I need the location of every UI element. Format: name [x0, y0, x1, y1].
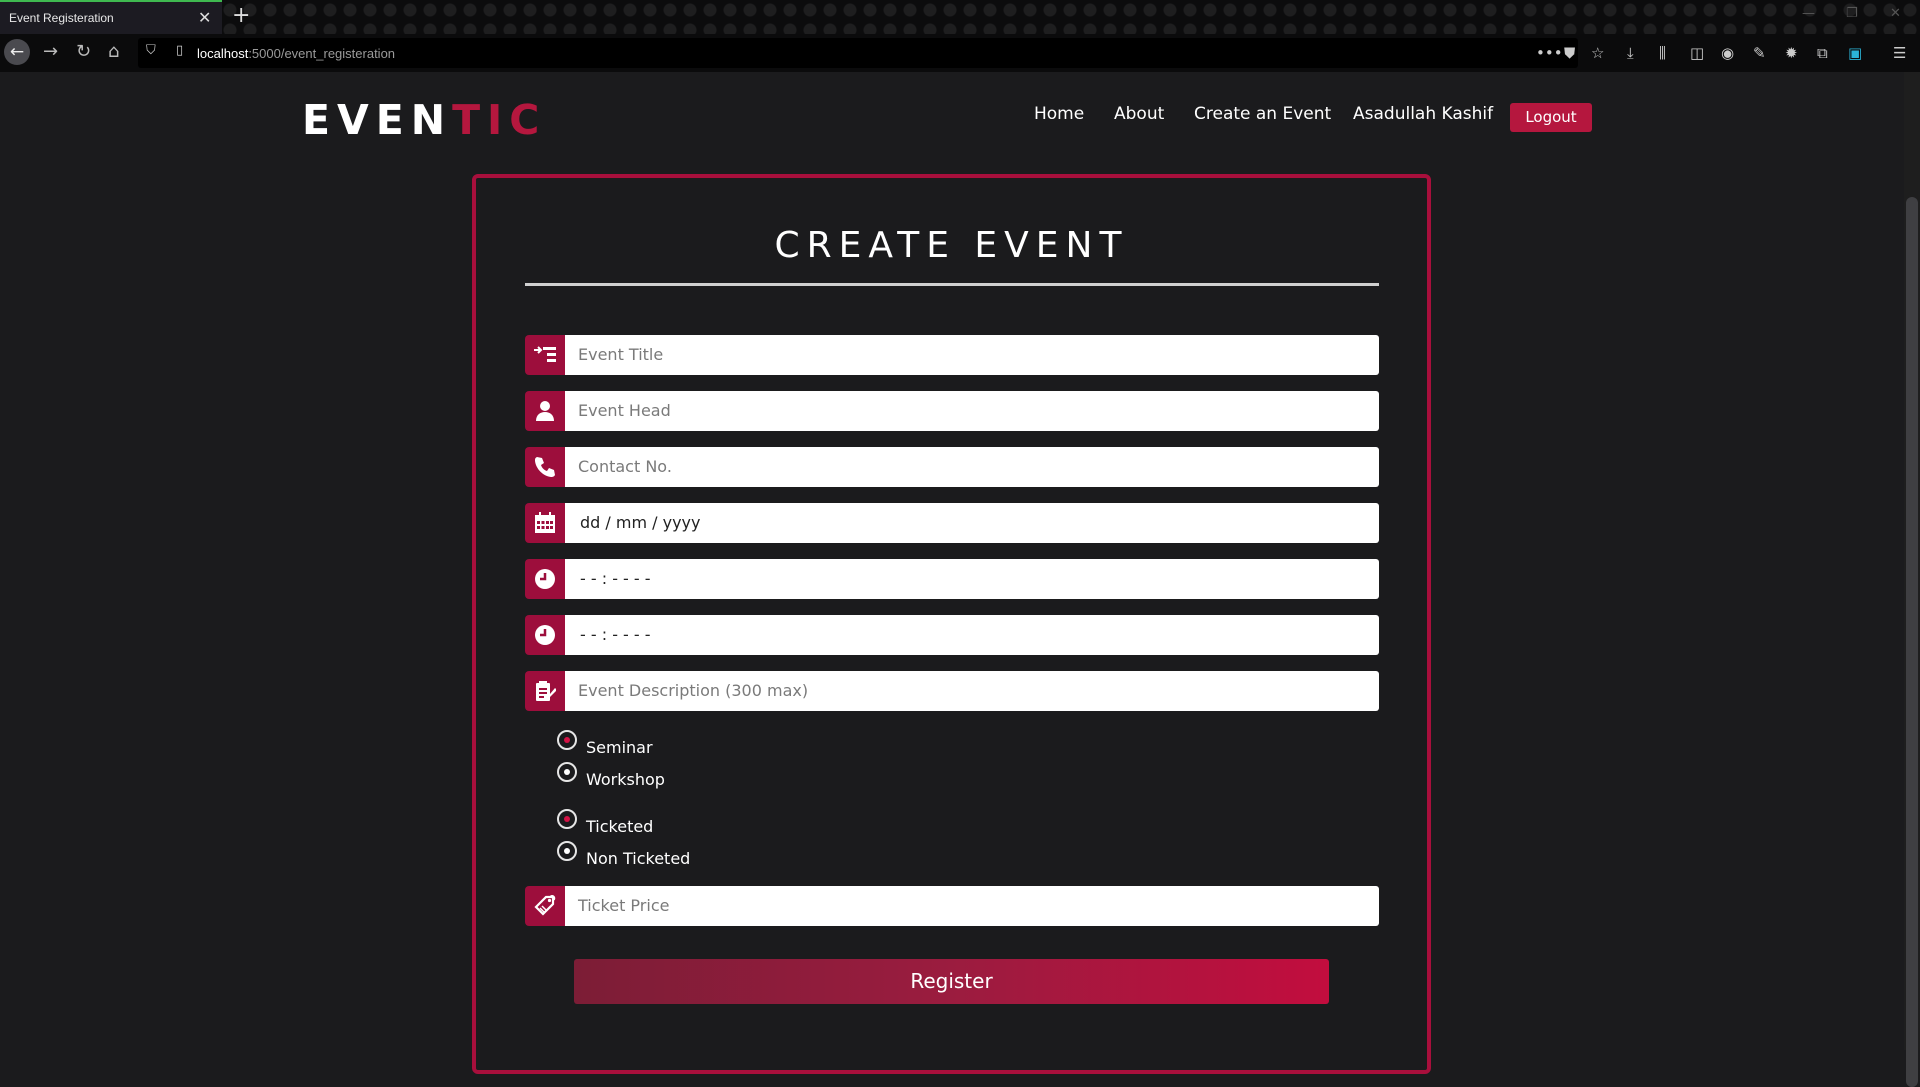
ticket-price-input[interactable]: Ticket Price: [565, 886, 1379, 926]
pocket-icon[interactable]: ⛊: [1564, 44, 1575, 62]
radio-seminar[interactable]: Seminar: [557, 730, 757, 758]
contact-placeholder: Contact No.: [578, 457, 672, 476]
home-icon[interactable]: ⌂: [108, 41, 119, 62]
browser-tab[interactable]: Event Registeration ✕: [0, 0, 222, 34]
nav-create-event-link[interactable]: Create an Event: [1194, 104, 1331, 124]
end-time-field: - - : - - - -: [525, 615, 1379, 655]
nav-home-link[interactable]: Home: [1034, 104, 1084, 124]
description-placeholder: Event Description (300 max): [578, 681, 809, 700]
radio-non-ticketed[interactable]: Non Ticketed: [557, 841, 757, 869]
radio-circle[interactable]: [557, 730, 577, 750]
clipboard-edit-icon: [525, 671, 565, 711]
reload-icon[interactable]: ↻: [76, 41, 91, 62]
title-divider: [525, 283, 1379, 286]
screenshot-icon[interactable]: ⧉: [1817, 44, 1828, 62]
event-head-field: Event Head: [525, 391, 1379, 431]
event-title-input[interactable]: Event Title: [565, 335, 1379, 375]
radio-dot: [564, 848, 570, 854]
start-time-value: - - : - - - -: [580, 569, 651, 588]
settings-gear-icon[interactable]: ✹: [1785, 44, 1798, 62]
event-title-placeholder: Event Title: [578, 345, 664, 364]
event-title-field: Event Title: [525, 335, 1379, 375]
radio-label: Workshop: [586, 770, 665, 789]
menu-icon[interactable]: ☰: [1893, 44, 1906, 62]
scrollbar-thumb[interactable]: [1906, 197, 1918, 1087]
sidebar-icon[interactable]: ◫: [1690, 44, 1704, 62]
radio-dot: [564, 737, 570, 743]
event-head-input[interactable]: Event Head: [565, 391, 1379, 431]
nav-user-link[interactable]: Asadullah Kashif: [1353, 104, 1493, 124]
wrench-icon[interactable]: ✎: [1753, 44, 1766, 62]
logout-button[interactable]: Logout: [1510, 103, 1592, 132]
end-time-input[interactable]: - - : - - - -: [565, 615, 1379, 655]
minimize-icon[interactable]: —: [1802, 6, 1815, 21]
url-text[interactable]: localhost:5000/event_registeration: [197, 46, 395, 61]
page-info-icon[interactable]: ▯: [176, 43, 183, 58]
radio-dot: [564, 816, 570, 822]
library-icon[interactable]: ⫼: [1659, 44, 1666, 62]
close-tab-icon[interactable]: ✕: [198, 8, 211, 27]
radio-label: Non Ticketed: [586, 849, 691, 868]
back-icon[interactable]: ←: [4, 39, 30, 65]
radio-circle[interactable]: [557, 762, 577, 782]
register-button[interactable]: Register: [574, 959, 1329, 1004]
form-title: CREATE EVENT: [774, 225, 1129, 266]
tab-title: Event Registeration: [9, 11, 114, 25]
logo-part-white: EVEN: [302, 96, 453, 144]
more-actions-icon[interactable]: •••: [1536, 44, 1563, 62]
radio-ticketed[interactable]: Ticketed: [557, 809, 757, 837]
radio-label: Ticketed: [586, 817, 654, 836]
site-logo[interactable]: EVENTIC: [302, 96, 546, 144]
end-time-value: - - : - - - -: [580, 625, 651, 644]
description-input[interactable]: Event Description (300 max): [565, 671, 1379, 711]
radio-dot: [564, 769, 570, 775]
bookmark-star-icon[interactable]: ☆: [1591, 44, 1604, 62]
event-head-placeholder: Event Head: [578, 401, 671, 420]
shield-icon[interactable]: ⛉: [146, 43, 156, 58]
contact-field: Contact No.: [525, 447, 1379, 487]
radio-circle[interactable]: [557, 809, 577, 829]
phone-icon: [525, 447, 565, 487]
nav-about-link[interactable]: About: [1114, 104, 1164, 124]
url-host: localhost: [197, 46, 249, 61]
clock-icon: [525, 615, 565, 655]
close-window-icon[interactable]: ✕: [1890, 6, 1901, 21]
forward-icon[interactable]: →: [43, 41, 58, 62]
radio-circle[interactable]: [557, 841, 577, 861]
download-icon[interactable]: ⤓: [1627, 44, 1634, 62]
calendar-icon: [525, 503, 565, 543]
description-field: Event Description (300 max): [525, 671, 1379, 711]
browser-tab-strip: Event Registeration ✕ + — ❐ ✕: [0, 0, 1920, 34]
logo-part-red: TIC: [452, 96, 547, 144]
start-time-field: - - : - - - -: [525, 559, 1379, 599]
clock-icon: [525, 559, 565, 599]
new-tab-icon[interactable]: +: [232, 3, 250, 28]
list-indent-icon: [525, 335, 565, 375]
save-extension-icon[interactable]: ▣: [1848, 44, 1862, 62]
account-icon[interactable]: ◉: [1721, 44, 1734, 62]
start-time-input[interactable]: - - : - - - -: [565, 559, 1379, 599]
ticket-price-field: Ticket Price: [525, 886, 1379, 926]
radio-workshop[interactable]: Workshop: [557, 762, 757, 790]
contact-input[interactable]: Contact No.: [565, 447, 1379, 487]
browser-toolbar: ← → ↻ ⌂ ⛉ ▯ localhost:5000/event_registe…: [0, 34, 1920, 72]
date-value: dd / mm / yyyy: [580, 513, 701, 532]
date-input[interactable]: dd / mm / yyyy: [565, 503, 1379, 543]
price-tag-icon: [525, 886, 565, 926]
restore-icon[interactable]: ❐: [1846, 6, 1858, 21]
user-icon: [525, 391, 565, 431]
scrollbar[interactable]: [1904, 72, 1920, 1087]
date-field: dd / mm / yyyy: [525, 503, 1379, 543]
radio-label: Seminar: [586, 738, 653, 757]
url-path: :5000/event_registeration: [248, 46, 396, 61]
ticket-price-placeholder: Ticket Price: [578, 896, 670, 915]
